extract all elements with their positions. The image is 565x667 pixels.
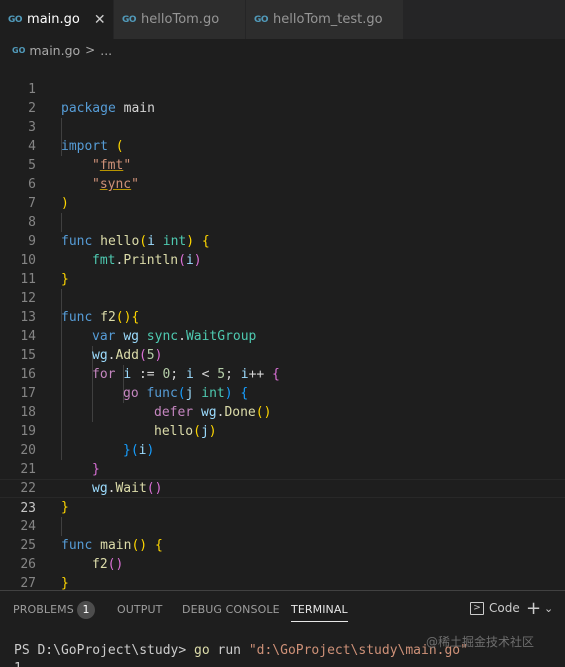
- code-line: 21 wg.Wait(): [0, 441, 565, 496]
- code-line: 5 "sync": [0, 137, 565, 192]
- terminal-subcommand: run: [209, 643, 249, 658]
- code-line: 3 import (: [0, 99, 565, 154]
- code-line: 12 func f2(){: [0, 270, 565, 325]
- code-line: 22 }: [0, 460, 565, 515]
- code-line: 25 f2(): [0, 517, 565, 572]
- code-line: 20 }: [0, 422, 565, 477]
- terminal-icon: >: [470, 601, 484, 615]
- code-line: 8 func hello(i int) {: [0, 194, 565, 249]
- tab-label: helloTom.go: [141, 12, 220, 27]
- code-line: 7: [0, 175, 565, 211]
- tab-main-go[interactable]: GO main.go ✕: [0, 0, 114, 39]
- panel-tab-bar: PROBLEMS 1 OUTPUT DEBUG CONSOLE TERMINAL…: [0, 591, 565, 629]
- tab-hellotom-go[interactable]: GO helloTom.go: [114, 0, 246, 39]
- chevron-right-icon: >: [85, 43, 96, 57]
- editor-tab-bar: GO main.go ✕ GO helloTom.go GO helloTom_…: [0, 0, 565, 39]
- code-line: 27: [0, 555, 565, 591]
- code-line: 1 package main: [0, 61, 565, 116]
- tab-output[interactable]: OUTPUT: [117, 603, 162, 616]
- go-icon: GO: [122, 14, 137, 25]
- tab-problems[interactable]: PROBLEMS: [13, 603, 74, 616]
- breadcrumb: GO main.go > ...: [0, 39, 565, 61]
- code-line-current: 23: [0, 479, 565, 516]
- code-line: 11: [0, 251, 565, 287]
- tab-label: main.go: [27, 12, 80, 27]
- code-line: 10 }: [0, 232, 565, 287]
- tab-debug-console[interactable]: DEBUG CONSOLE: [182, 603, 280, 616]
- close-icon[interactable]: ✕: [94, 12, 106, 28]
- code-line: 9 fmt.Println(i): [0, 213, 565, 268]
- code-line: 2: [0, 80, 565, 116]
- code-line: 4 "fmt": [0, 118, 565, 173]
- code-line: 14 wg.Add(5): [0, 308, 565, 363]
- code-editor[interactable]: 1 package main 2 3 import ( 4 "fmt" 5 "s…: [0, 61, 565, 591]
- breadcrumb-file[interactable]: main.go: [29, 43, 80, 58]
- terminal-output[interactable]: PS D:\GoProject\study> go run "d:\GoProj…: [14, 641, 468, 660]
- code-line: 18 hello(j): [0, 384, 565, 439]
- watermark: @稀土掘金技术社区: [426, 635, 535, 649]
- go-icon: GO: [254, 14, 269, 25]
- code-line: 24 func main() {: [0, 498, 565, 553]
- code-line: 17 defer wg.Done(): [0, 365, 565, 420]
- code-line: 16 go func(j int) {: [0, 346, 565, 401]
- code-line: 15 for i := 0; i < 5; i++ {: [0, 327, 565, 382]
- terminal-prompt: PS D:\GoProject\study>: [14, 643, 195, 658]
- terminal-output-line: 1: [14, 659, 22, 667]
- go-icon: GO: [12, 45, 26, 55]
- add-terminal-icon[interactable]: +: [526, 598, 541, 619]
- tab-hellotom-test-go[interactable]: GO helloTom_test.go: [246, 0, 404, 39]
- terminal-command: go: [194, 643, 210, 658]
- code-line: 6 ): [0, 156, 565, 211]
- code-line: 19 }(i): [0, 403, 565, 458]
- breadcrumb-more[interactable]: ...: [100, 43, 112, 58]
- terminal-shell-selector[interactable]: > Code: [470, 601, 520, 615]
- tab-terminal[interactable]: TERMINAL: [291, 603, 348, 622]
- tab-label: helloTom_test.go: [273, 12, 383, 27]
- go-icon: GO: [8, 14, 23, 25]
- code-line: 26 }: [0, 536, 565, 591]
- problems-count-badge: 1: [77, 601, 95, 619]
- shell-label: Code: [489, 601, 520, 615]
- chevron-down-icon[interactable]: ⌄: [544, 602, 553, 615]
- code-line: 13 var wg sync.WaitGroup: [0, 289, 565, 344]
